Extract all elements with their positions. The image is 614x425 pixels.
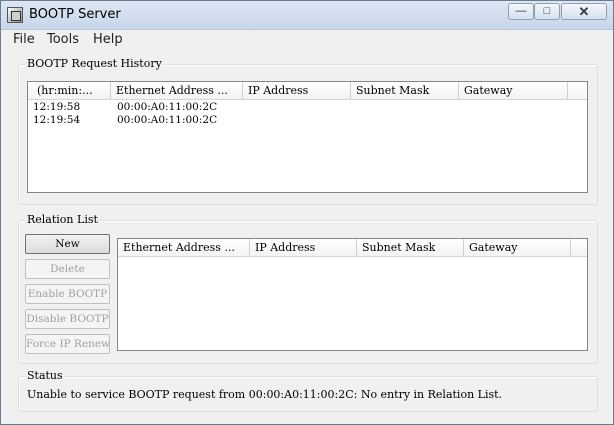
minimize-button[interactable]: — bbox=[508, 3, 534, 20]
title-bar[interactable]: BOOTP Server — □ ✕ bbox=[1, 1, 613, 30]
menu-help[interactable]: Help bbox=[93, 32, 123, 47]
col-time[interactable]: (hr:min:... bbox=[28, 82, 111, 99]
new-button[interactable]: New bbox=[25, 234, 110, 254]
col-ip-address[interactable]: IP Address bbox=[250, 239, 357, 256]
row-time: 12:19:58 bbox=[33, 101, 81, 113]
menu-bar: File Tools Help bbox=[1, 30, 613, 50]
col-subnet-mask[interactable]: Subnet Mask bbox=[351, 82, 459, 99]
col-ethernet-address[interactable]: Ethernet Address ... bbox=[118, 239, 250, 256]
row-ethernet-address: 00:00:A0:11:00:2C bbox=[117, 101, 218, 113]
history-group-label: BOOTP Request History bbox=[25, 57, 164, 70]
menu-tools[interactable]: Tools bbox=[47, 32, 79, 47]
status-group-label: Status bbox=[25, 369, 65, 382]
close-button[interactable]: ✕ bbox=[561, 3, 607, 20]
disable-bootp-button[interactable]: Disable BOOTP bbox=[25, 309, 110, 329]
col-subnet-mask[interactable]: Subnet Mask bbox=[357, 239, 464, 256]
force-ip-renew-button[interactable]: Force IP Renew bbox=[25, 334, 110, 354]
row-time: 12:19:54 bbox=[33, 114, 81, 126]
relation-group-label: Relation List bbox=[25, 213, 100, 226]
col-gateway[interactable]: Gateway bbox=[459, 82, 568, 99]
menu-file[interactable]: File bbox=[13, 32, 35, 47]
history-list-header: (hr:min:... Ethernet Address ... IP Addr… bbox=[28, 82, 587, 100]
enable-bootp-button[interactable]: Enable BOOTP bbox=[25, 284, 110, 304]
relation-list[interactable]: Ethernet Address ... IP Address Subnet M… bbox=[117, 238, 588, 351]
bootp-server-window: BOOTP Server — □ ✕ File Tools Help BOOTP… bbox=[0, 0, 614, 425]
delete-button[interactable]: Delete bbox=[25, 259, 110, 279]
col-ethernet-address[interactable]: Ethernet Address ... bbox=[111, 82, 243, 99]
relation-list-header: Ethernet Address ... IP Address Subnet M… bbox=[118, 239, 587, 257]
col-gateway[interactable]: Gateway bbox=[464, 239, 571, 256]
status-message: Unable to service BOOTP request from 00:… bbox=[27, 388, 503, 401]
status-group: Status Unable to service BOOTP request f… bbox=[18, 369, 598, 412]
maximize-button[interactable]: □ bbox=[534, 3, 560, 20]
col-ip-address[interactable]: IP Address bbox=[243, 82, 351, 99]
history-row[interactable]: 12:19:54 00:00:A0:11:00:2C bbox=[28, 114, 587, 127]
history-row[interactable]: 12:19:58 00:00:A0:11:00:2C bbox=[28, 101, 587, 114]
history-list[interactable]: (hr:min:... Ethernet Address ... IP Addr… bbox=[27, 81, 588, 193]
history-group: BOOTP Request History (hr:min:... Ethern… bbox=[18, 57, 598, 205]
app-icon bbox=[7, 7, 23, 23]
window-title: BOOTP Server bbox=[29, 7, 121, 22]
row-ethernet-address: 00:00:A0:11:00:2C bbox=[117, 114, 218, 126]
